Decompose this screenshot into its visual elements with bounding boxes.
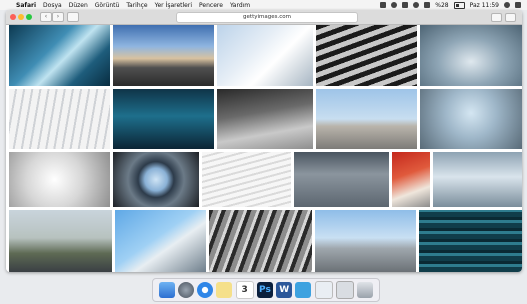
- tabs-button[interactable]: [505, 13, 516, 22]
- safari-icon[interactable]: [197, 282, 214, 298]
- menu-dosya[interactable]: Dosya: [43, 2, 62, 9]
- image-tile[interactable]: [420, 25, 522, 86]
- battery-percent: %28: [435, 1, 449, 9]
- image-tile[interactable]: [433, 152, 522, 207]
- menu-goruntu[interactable]: Görüntü: [95, 2, 120, 9]
- browser-toolbar: ‹ › gettyimages.com: [6, 10, 522, 25]
- image-tile[interactable]: [115, 210, 206, 272]
- forward-button[interactable]: ›: [52, 12, 64, 22]
- status-icon[interactable]: [380, 2, 387, 8]
- address-text: gettyimages.com: [243, 14, 291, 20]
- image-tile[interactable]: [217, 89, 313, 149]
- time-machine-icon[interactable]: [413, 2, 420, 8]
- finder-icon[interactable]: [158, 282, 175, 298]
- sidebar-button[interactable]: [67, 12, 79, 22]
- back-button[interactable]: ‹: [40, 12, 52, 22]
- launchpad-icon[interactable]: [177, 282, 194, 298]
- image-tile[interactable]: [392, 152, 430, 207]
- image-tile[interactable]: [9, 25, 110, 86]
- image-tile[interactable]: [113, 89, 214, 149]
- close-window-button[interactable]: [10, 14, 16, 20]
- menu-pencere[interactable]: Pencere: [199, 2, 223, 9]
- image-tile[interactable]: [9, 89, 110, 149]
- menu-duzen[interactable]: Düzen: [69, 2, 88, 9]
- search-icon[interactable]: [504, 2, 510, 8]
- menu-bar: Safari Dosya Düzen Görüntü Tarihçe Yer İ…: [0, 0, 527, 10]
- safari-window: ‹ › gettyimages.com: [6, 10, 522, 272]
- menu-yardim[interactable]: Yardım: [230, 2, 250, 9]
- display-icon[interactable]: [402, 2, 409, 8]
- address-bar[interactable]: gettyimages.com: [176, 12, 358, 23]
- zoom-window-button[interactable]: [26, 14, 32, 20]
- image-tile[interactable]: [209, 210, 312, 272]
- image-tile[interactable]: [419, 210, 522, 272]
- dock: 3 Ps W: [152, 278, 380, 302]
- volume-icon[interactable]: [424, 2, 431, 8]
- menu-yer-isaretleri[interactable]: Yer İşaretleri: [155, 2, 192, 9]
- notes-icon[interactable]: [216, 282, 233, 298]
- share-button[interactable]: [491, 13, 502, 22]
- trash-icon[interactable]: [357, 282, 374, 298]
- image-tile[interactable]: [316, 25, 417, 86]
- folder-icon[interactable]: [295, 282, 312, 298]
- menu-tarihce[interactable]: Tarihçe: [126, 2, 147, 9]
- notification-center-icon[interactable]: [515, 2, 521, 8]
- image-tile[interactable]: [315, 210, 416, 272]
- image-tile[interactable]: [202, 152, 291, 207]
- image-tile[interactable]: [9, 152, 110, 207]
- image-grid: [6, 25, 522, 272]
- preview-icon[interactable]: [314, 281, 333, 299]
- image-tile[interactable]: [113, 25, 214, 86]
- menubar-clock[interactable]: Paz 11:59: [470, 2, 499, 9]
- photoshop-icon[interactable]: Ps: [256, 282, 273, 298]
- word-icon[interactable]: W: [276, 282, 293, 298]
- image-tile[interactable]: [9, 210, 112, 272]
- calendar-icon[interactable]: 3: [235, 281, 254, 299]
- battery-icon[interactable]: [453, 1, 465, 9]
- image-tile[interactable]: [113, 152, 199, 207]
- image-tile[interactable]: [420, 89, 522, 149]
- minimize-window-button[interactable]: [18, 14, 24, 20]
- image-tile[interactable]: [316, 89, 417, 149]
- image-tile[interactable]: [294, 152, 389, 207]
- image-tile[interactable]: [217, 25, 313, 86]
- downloads-icon[interactable]: [336, 281, 355, 299]
- menu-safari[interactable]: Safari: [16, 2, 36, 9]
- wifi-icon[interactable]: [391, 2, 398, 8]
